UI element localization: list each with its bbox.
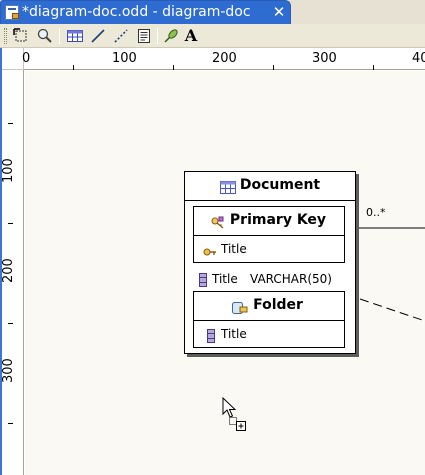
- title-divider: [194, 320, 344, 321]
- vertical-ruler: 100 200 300: [0, 70, 24, 475]
- title-divider: [194, 235, 344, 236]
- toolbar-grip[interactable]: [4, 28, 7, 44]
- text-tool-icon[interactable]: A: [182, 27, 200, 45]
- multiplicity-label: 0..*: [366, 206, 386, 219]
- primary-key-title: Primary Key: [229, 212, 327, 228]
- ruler-label-0: 0: [22, 51, 31, 66]
- ruler-tick: [8, 323, 13, 324]
- toolbar-separator: [157, 28, 158, 44]
- ruler-tick: [373, 65, 374, 70]
- ruler-tick: [8, 423, 13, 424]
- view-border: [0, 48, 2, 475]
- primary-key-field: Title: [221, 242, 247, 256]
- tab-title: *diagram-doc.odd - diagram-doc: [22, 4, 251, 20]
- zoom-tool-icon[interactable]: [36, 27, 54, 45]
- toolbar-separator: [59, 28, 60, 44]
- ruler-tick: [73, 65, 74, 70]
- editor-tab-bar: *diagram-doc.odd - diagram-doc ✕: [0, 0, 425, 24]
- dashed-line-tool-icon[interactable]: [112, 27, 130, 45]
- folder-field: Title: [221, 327, 247, 341]
- primary-key-box[interactable]: Primary Key Title: [193, 206, 345, 263]
- line-tool-icon[interactable]: [89, 27, 107, 45]
- ruler-corner: [0, 48, 24, 70]
- column-type: VARCHAR(50): [250, 272, 332, 286]
- column-name: Title: [212, 272, 238, 286]
- key-icon: [203, 243, 217, 262]
- note-tool-icon[interactable]: [135, 27, 153, 45]
- diagram-file-icon: [5, 5, 19, 20]
- column-icon: [199, 272, 207, 291]
- document-title: Document: [239, 177, 321, 193]
- ruler-label-300: 300: [1, 358, 16, 383]
- ruler-label-200: 200: [1, 258, 16, 283]
- ruler-tick: [173, 65, 174, 70]
- mouse-cursor-icon: [222, 397, 246, 431]
- diagram-toolbar: A: [0, 24, 425, 48]
- folder-box[interactable]: Folder Title: [193, 291, 345, 348]
- folder-title: Folder: [253, 297, 303, 313]
- pin-tool-icon[interactable]: [162, 27, 180, 45]
- select-tool-icon[interactable]: [12, 27, 30, 45]
- column-icon: [207, 328, 215, 347]
- ruler-tick: [8, 223, 13, 224]
- title-divider: [185, 200, 355, 201]
- ruler-tick: [8, 123, 13, 124]
- horizontal-ruler: 0 100 200 300 400: [22, 48, 425, 70]
- ruler-label-300: 300: [312, 51, 337, 66]
- ruler-label-100: 100: [112, 51, 137, 66]
- table-tool-icon[interactable]: [66, 27, 84, 45]
- ruler-tick: [273, 65, 274, 70]
- dependency-line: [359, 298, 425, 322]
- editor-tab[interactable]: *diagram-doc.odd - diagram-doc ✕: [0, 0, 291, 24]
- ruler-label-200: 200: [212, 51, 237, 66]
- document-table[interactable]: Document Primary Key Title Title VARCHAR…: [184, 171, 356, 354]
- ruler-label-400: 400: [412, 51, 425, 66]
- close-icon[interactable]: ✕: [271, 3, 287, 21]
- ruler-label-100: 100: [1, 158, 16, 183]
